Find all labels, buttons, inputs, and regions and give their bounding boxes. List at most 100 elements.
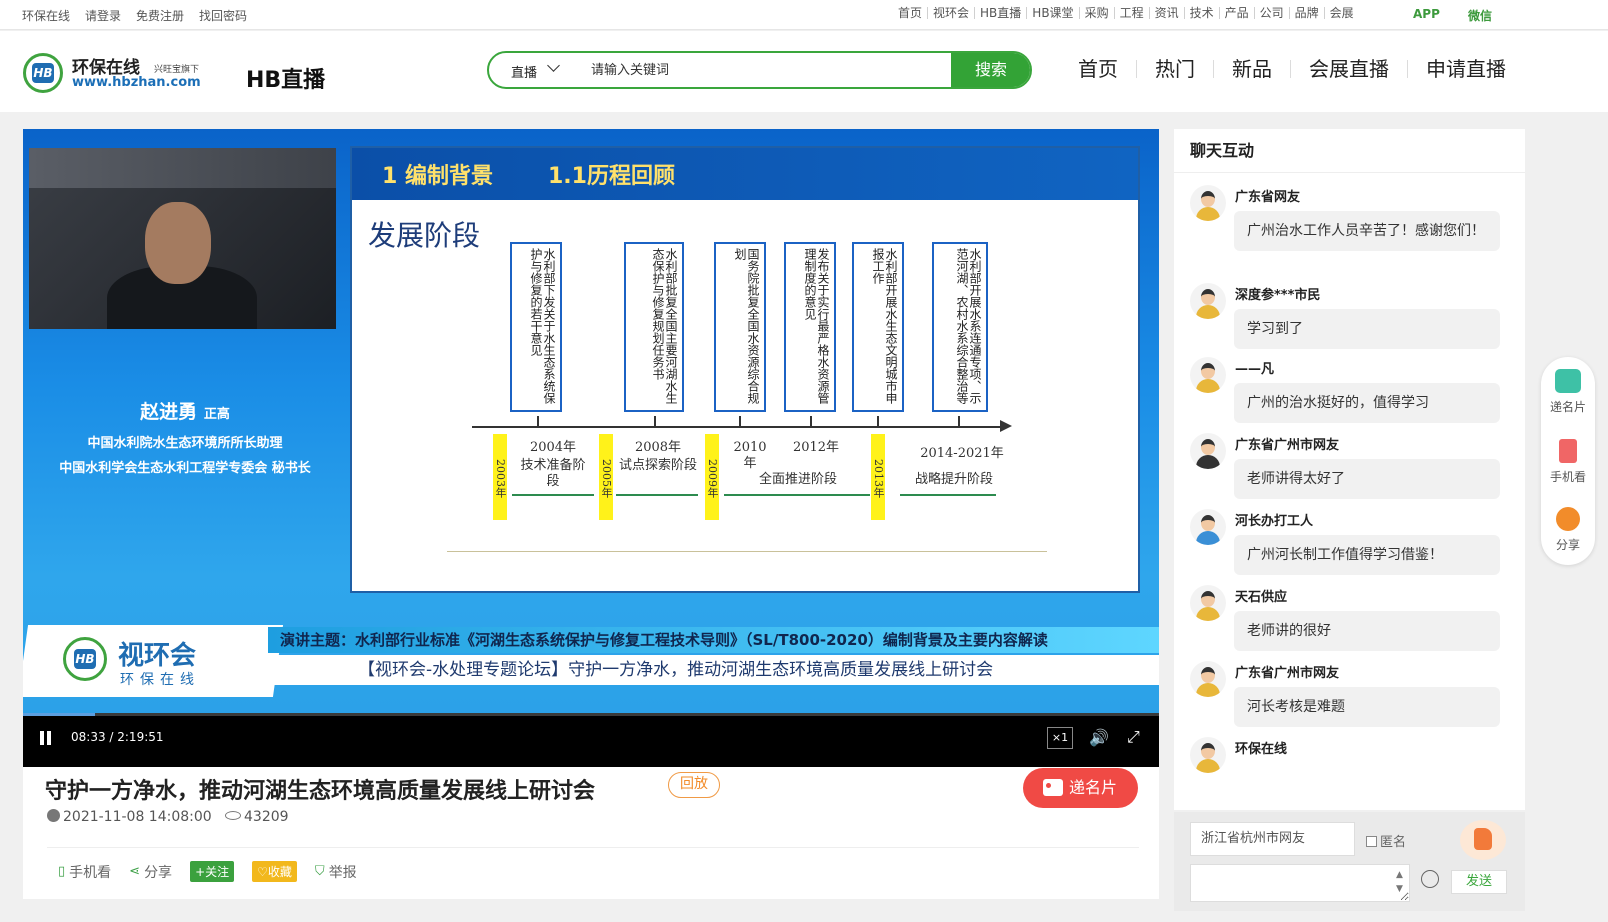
- top-link-hb-class[interactable]: HB课堂: [1026, 7, 1078, 19]
- top-link-wechat[interactable]: 微信: [1468, 7, 1492, 24]
- link-login[interactable]: 请登录: [85, 7, 121, 24]
- chat-username: 河长办打工人: [1235, 514, 1314, 529]
- chat-bubble: 广州的治水挺好的，值得学习: [1234, 383, 1500, 423]
- anonymous-label: 匿名: [1380, 835, 1407, 850]
- speaker-camera-view: [29, 148, 336, 329]
- view-count: 43209: [225, 809, 289, 825]
- side-item-mobile-label: 手机看: [1549, 470, 1586, 484]
- top-link-tech[interactable]: 技术: [1183, 7, 1219, 19]
- timeline-phase-year: 2010年: [733, 440, 767, 471]
- fullscreen-icon[interactable]: ⤢: [1127, 727, 1140, 747]
- chat-message-list[interactable]: 广东省网友 广州治水工作人员辛苦了！感谢您们！ 深度参***市民 学习到了 ——…: [1174, 185, 1525, 810]
- pause-icon[interactable]: [39, 731, 53, 747]
- live-info: 守护一方净水，推动河湖生态环境高质量发展线上研讨会 回放 递名片 2021-11…: [23, 767, 1159, 899]
- send-button[interactable]: 发送: [1451, 870, 1507, 894]
- timeline-phase-year: 2012年: [792, 440, 840, 455]
- avatar: [1190, 737, 1226, 773]
- textarea-scroll-arrows[interactable]: ▲ ▼: [1396, 868, 1403, 896]
- top-link-purchase[interactable]: 采购: [1078, 7, 1114, 19]
- timeline-phase-name: 技术准备阶段: [520, 458, 586, 489]
- nav-hot[interactable]: 热门: [1136, 59, 1213, 79]
- search-category-select[interactable]: 直播: [511, 62, 537, 81]
- top-link-engineering[interactable]: 工程: [1113, 7, 1149, 19]
- logo-url: www.hbzhan.com: [72, 75, 201, 90]
- send-card-button[interactable]: 递名片: [1023, 768, 1138, 808]
- view-count-text: 43209: [244, 809, 289, 825]
- mobile-watch-label: 手机看: [69, 864, 112, 881]
- chat-username: 广东省广州市网友: [1235, 666, 1340, 681]
- video-player[interactable]: 赵进勇 正高 中国水利院水生态环境所所长助理 中国水利学会生态水利工程学专委会 …: [23, 129, 1159, 767]
- slide-header-band: 1 编制背景 1.1历程回顾: [352, 148, 1138, 200]
- top-link-products[interactable]: 产品: [1218, 7, 1254, 19]
- favorite-action[interactable]: ♡收藏: [252, 861, 297, 882]
- timeline-tick: [810, 416, 812, 426]
- nav-new[interactable]: 新品: [1213, 59, 1290, 79]
- progress-fill: [23, 713, 95, 716]
- section-title: HB直播: [246, 68, 326, 93]
- site-logo[interactable]: HB 环保在线 兴旺宝旗下 www.hbzhan.com: [23, 51, 203, 97]
- player-controls: 08:33 / 2:19:51 ×1 🔊 ⤢: [23, 713, 1159, 767]
- chat-message-input[interactable]: [1190, 864, 1410, 902]
- top-link-expo[interactable]: 会展: [1323, 7, 1359, 19]
- link-hbzhan[interactable]: 环保在线: [22, 7, 70, 24]
- share-label: 分享: [144, 864, 173, 881]
- nav-apply-live[interactable]: 申请直播: [1407, 59, 1524, 79]
- side-item-share[interactable]: 分享: [1541, 507, 1595, 553]
- top-link-home[interactable]: 首页: [893, 7, 927, 19]
- timeline-year-marker: 2003年: [493, 434, 507, 520]
- search-input[interactable]: [591, 60, 921, 80]
- top-link-hb-live[interactable]: HB直播: [974, 7, 1026, 19]
- top-link-app[interactable]: APP: [1413, 7, 1440, 21]
- chevron-down-icon[interactable]: [547, 59, 560, 72]
- avatar: [1190, 185, 1226, 221]
- report-action[interactable]: ⛉ 举报: [315, 862, 357, 882]
- phase-arrow: [900, 494, 996, 496]
- logo-subtitle: 兴旺宝旗下: [154, 65, 200, 75]
- avatar: [1190, 509, 1226, 545]
- chat-username: 深度参***市民: [1235, 288, 1321, 303]
- speaker-rank: 正高: [203, 407, 230, 422]
- chat-header: 聊天互动: [1174, 129, 1525, 173]
- timeline-phase-year: 2008年: [634, 440, 682, 455]
- top-link-shihuanhui[interactable]: 视环会: [927, 7, 974, 19]
- anonymous-checkbox[interactable]: 匿名: [1366, 831, 1406, 850]
- top-bar: 环保在线 请登录 免费注册 找回密码 首页 视环会 HB直播 HB课堂 采购 工…: [0, 0, 1608, 30]
- timeline-box: 水利部开展水系连通专项、示范河湖、农村水系综合整治等: [932, 242, 988, 412]
- playback-rate-button[interactable]: ×1: [1047, 727, 1073, 749]
- chat-username: 天石供应: [1235, 590, 1288, 605]
- link-forgot-password[interactable]: 找回密码: [199, 7, 247, 24]
- mobile-watch-action[interactable]: ▯ 手机看: [58, 862, 111, 882]
- timeline-tick: [654, 416, 656, 426]
- thumbs-up-icon[interactable]: [1460, 820, 1506, 860]
- search-button[interactable]: 搜索: [951, 53, 1030, 87]
- top-link-news[interactable]: 资讯: [1148, 7, 1184, 19]
- timeline-phase-year: 2014-2021年: [920, 446, 1004, 461]
- nickname-field[interactable]: 浙江省杭州市网友: [1190, 822, 1355, 856]
- chat-bubble: 老师讲得太好了: [1234, 459, 1500, 499]
- replay-badge: 回放: [668, 772, 720, 798]
- nav-home[interactable]: 首页: [1060, 59, 1136, 79]
- datetime-text: 2021-11-08 14:08:00: [63, 809, 212, 825]
- top-link-brands[interactable]: 品牌: [1288, 7, 1324, 19]
- side-item-mobile[interactable]: 手机看: [1541, 439, 1595, 485]
- side-item-card-label: 递名片: [1549, 400, 1586, 414]
- top-link-companies[interactable]: 公司: [1253, 7, 1289, 19]
- phone-icon: ▯: [58, 864, 66, 879]
- chat-bubble: 学习到了: [1234, 309, 1500, 349]
- send-card-label: 递名片: [1069, 778, 1118, 797]
- timeline-tick: [958, 416, 960, 426]
- floating-toolbar: 递名片 手机看 分享: [1541, 357, 1595, 565]
- shihuanhui-logo-icon: HB: [63, 637, 107, 681]
- progress-bar[interactable]: [23, 713, 1159, 716]
- timeline-axis: [472, 426, 1002, 428]
- emoji-icon[interactable]: [1421, 870, 1439, 888]
- chat-username: 广东省广州市网友: [1235, 438, 1340, 453]
- share-action[interactable]: ⋖ 分享: [129, 862, 172, 882]
- nav-expo-live[interactable]: 会展直播: [1290, 59, 1407, 79]
- side-item-card[interactable]: 递名片: [1541, 369, 1595, 415]
- link-register[interactable]: 免费注册: [136, 7, 184, 24]
- volume-icon[interactable]: 🔊: [1089, 728, 1109, 747]
- checkbox-icon: [1366, 836, 1377, 847]
- chat-username: 广东省网友: [1235, 190, 1301, 205]
- follow-action[interactable]: +关注: [190, 861, 235, 882]
